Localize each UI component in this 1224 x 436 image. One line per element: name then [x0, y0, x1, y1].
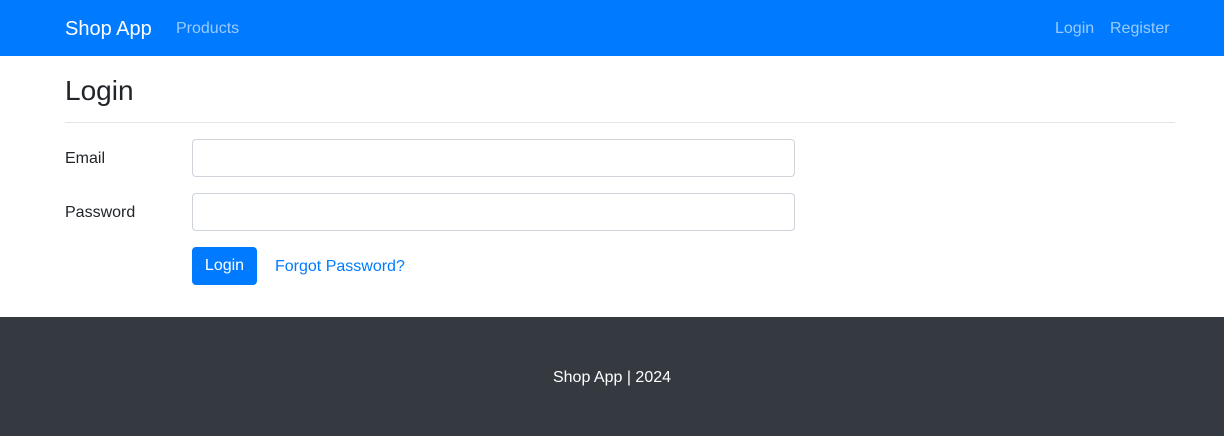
login-button[interactable]: Login [192, 247, 257, 285]
forgot-password-link[interactable]: Forgot Password? [275, 256, 405, 278]
footer-text: Shop App | 2024 [552, 369, 672, 386]
page-title: Login [65, 75, 134, 106]
password-field[interactable] [192, 193, 795, 231]
nav-link-login[interactable]: Login [1055, 18, 1094, 40]
email-field[interactable] [192, 139, 795, 177]
nav-link-products[interactable]: Products [176, 18, 239, 40]
navbar: Shop App Products Login Register [0, 0, 1224, 56]
footer: Shop App | 2024 [0, 317, 1224, 436]
nav-link-register[interactable]: Register [1110, 18, 1170, 40]
brand-link[interactable]: Shop App [65, 16, 152, 42]
email-label: Email [65, 150, 106, 167]
password-label: Password [65, 204, 136, 221]
title-divider [65, 122, 1175, 123]
